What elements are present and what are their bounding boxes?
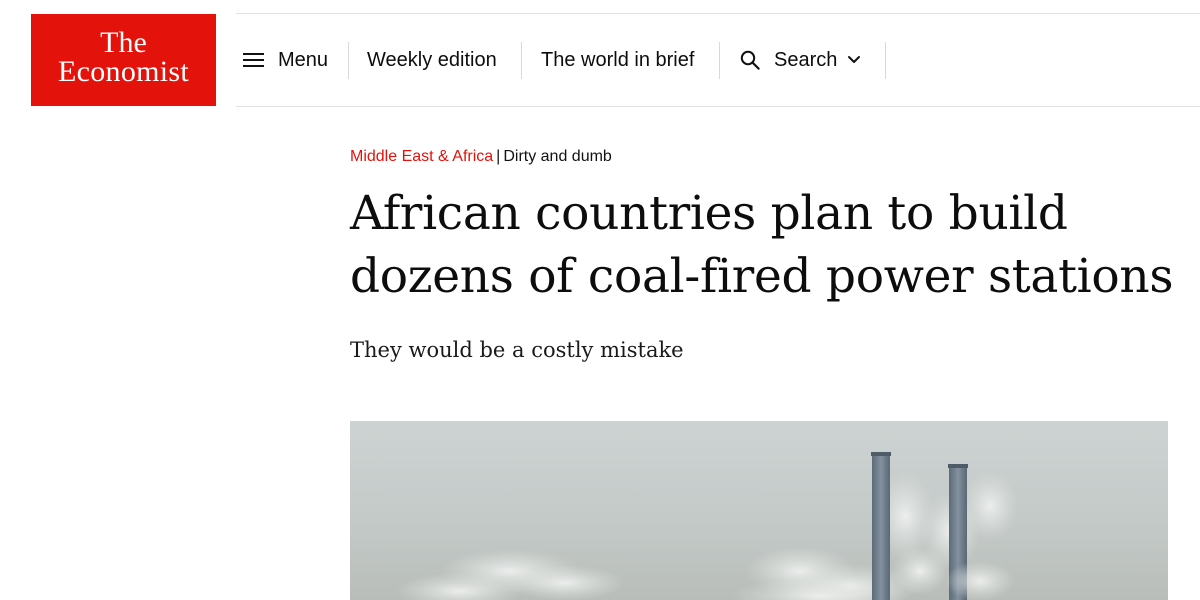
- kicker-separator: |: [496, 148, 501, 165]
- article-headline: African countries plan to build dozens o…: [350, 186, 1174, 304]
- nav-divider: [348, 42, 349, 79]
- economist-logo[interactable]: The Economist: [31, 14, 216, 106]
- menu-label: Menu: [278, 48, 329, 71]
- section-link[interactable]: Middle East & Africa: [350, 148, 493, 165]
- hero-image: [350, 421, 1168, 600]
- search-icon: [740, 50, 760, 70]
- logo-line-economist: Economist: [57, 55, 190, 88]
- search-label: Search: [774, 48, 838, 71]
- nav-divider: [521, 42, 522, 79]
- chevron-down-icon: [848, 56, 861, 63]
- article-kicker: Middle East & Africa | Dirty and dumb: [350, 147, 612, 167]
- nav-divider: [885, 42, 886, 79]
- world-in-brief-label: The world in brief: [541, 48, 695, 71]
- header-top-rule: [236, 13, 1200, 14]
- nav-divider: [719, 42, 720, 79]
- search-button[interactable]: Search: [740, 42, 861, 78]
- article-rubric: They would be a costly mistake: [350, 338, 684, 362]
- header-bottom-rule: [236, 106, 1200, 107]
- weekly-edition-link[interactable]: Weekly edition: [367, 42, 497, 78]
- flytitle: Dirty and dumb: [503, 148, 612, 165]
- hamburger-icon: [243, 53, 264, 67]
- world-in-brief-link[interactable]: The world in brief: [541, 42, 694, 78]
- weekly-edition-label: Weekly edition: [367, 48, 497, 71]
- menu-button[interactable]: Menu: [243, 42, 328, 78]
